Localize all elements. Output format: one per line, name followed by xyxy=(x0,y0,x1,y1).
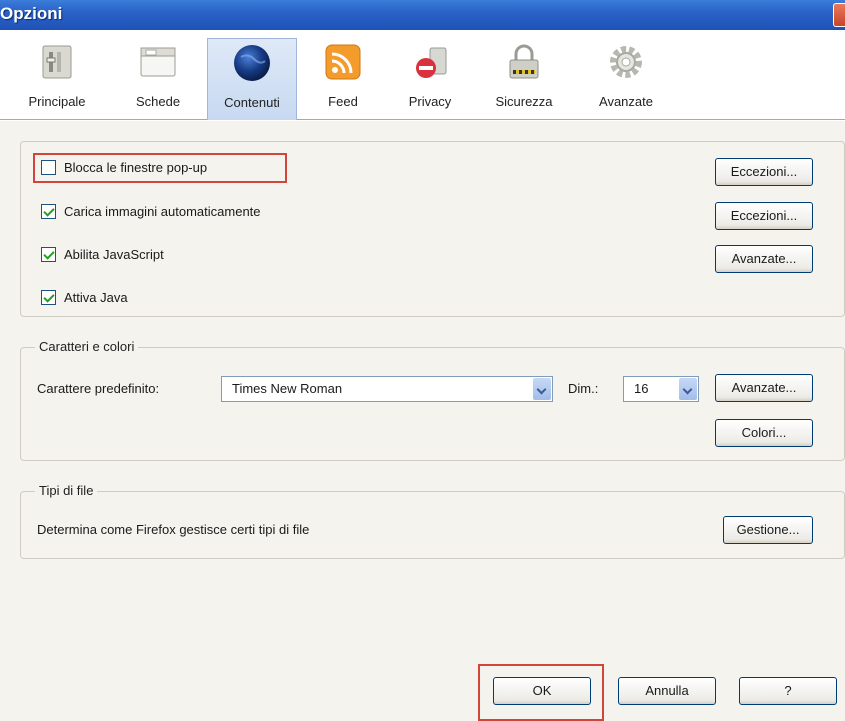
rss-icon xyxy=(323,42,363,82)
popup-option[interactable]: Blocca le finestre pop-up xyxy=(41,160,207,175)
ok-button[interactable]: OK xyxy=(493,677,591,705)
javascript-option[interactable]: Abilita JavaScript xyxy=(41,247,164,262)
title-bar: Opzioni xyxy=(0,0,845,30)
default-font-label: Carattere predefinito: xyxy=(37,381,160,396)
globe-icon xyxy=(232,43,272,83)
cancel-button[interactable]: Annulla xyxy=(618,677,716,705)
java-checkbox[interactable] xyxy=(41,290,56,305)
font-size-value: 16 xyxy=(634,381,649,396)
close-icon[interactable] xyxy=(833,3,845,27)
tab-avanzate[interactable]: Avanzate xyxy=(586,38,666,120)
filetypes-description: Determina come Firefox gestisce certi ti… xyxy=(37,522,310,537)
tab-label: Privacy xyxy=(408,94,452,109)
tab-sicurezza[interactable]: Sicurezza xyxy=(484,38,564,120)
tab-feed[interactable]: Feed xyxy=(318,38,368,120)
java-option[interactable]: Attiva Java xyxy=(41,290,128,305)
tab-label: Schede xyxy=(135,94,181,109)
fonts-advanced-button[interactable]: Avanzate... xyxy=(715,374,813,402)
tab-label: Contenuti xyxy=(224,95,280,110)
switch-icon xyxy=(37,42,77,82)
tab-privacy[interactable]: Privacy xyxy=(397,38,463,120)
gear-icon xyxy=(606,42,646,82)
content-group: Blocca le finestre pop-up Carica immagin… xyxy=(20,141,845,317)
images-option[interactable]: Carica immagini automaticamente xyxy=(41,204,261,219)
window-title: Opzioni xyxy=(0,4,63,23)
manage-button[interactable]: Gestione... xyxy=(723,516,813,544)
default-font-value: Times New Roman xyxy=(232,381,343,396)
default-font-select[interactable]: Times New Roman xyxy=(221,376,553,402)
tabs-icon xyxy=(138,42,178,82)
popup-exceptions-button[interactable]: Eccezioni... xyxy=(715,158,813,186)
javascript-advanced-button[interactable]: Avanzate... xyxy=(715,245,813,273)
colors-button[interactable]: Colori... xyxy=(715,419,813,447)
tab-label: Principale xyxy=(28,94,86,109)
popup-label: Blocca le finestre pop-up xyxy=(64,160,208,175)
chevron-down-icon[interactable] xyxy=(679,378,697,400)
images-checkbox[interactable] xyxy=(41,204,56,219)
javascript-label: Abilita JavaScript xyxy=(64,247,164,262)
fonts-group: Caratteri e colori Carattere predefinito… xyxy=(20,339,845,461)
filetypes-group: Tipi di file Determina come Firefox gest… xyxy=(20,483,845,559)
size-label: Dim.: xyxy=(568,381,599,396)
images-exceptions-button[interactable]: Eccezioni... xyxy=(715,202,813,230)
fonts-legend: Caratteri e colori xyxy=(35,339,139,354)
popup-checkbox[interactable] xyxy=(41,160,56,175)
options-toolbar: Principale Schede Contenuti Feed Privacy… xyxy=(0,30,845,120)
java-label: Attiva Java xyxy=(64,290,128,305)
tab-contenuti[interactable]: Contenuti xyxy=(207,38,297,120)
tab-label: Avanzate xyxy=(599,94,653,109)
tab-label: Sicurezza xyxy=(495,94,553,109)
tab-principale[interactable]: Principale xyxy=(22,38,92,120)
padlock-icon xyxy=(504,42,544,82)
chevron-down-icon[interactable] xyxy=(533,378,551,400)
tab-label: Feed xyxy=(328,94,358,109)
options-panel: Blocca le finestre pop-up Carica immagin… xyxy=(0,121,845,721)
filetypes-legend: Tipi di file xyxy=(35,483,98,498)
javascript-checkbox[interactable] xyxy=(41,247,56,262)
font-size-select[interactable]: 16 xyxy=(623,376,699,402)
mask-icon xyxy=(410,42,450,82)
help-button[interactable]: ? xyxy=(739,677,837,705)
tab-schede[interactable]: Schede xyxy=(126,38,190,120)
images-label: Carica immagini automaticamente xyxy=(64,204,261,219)
